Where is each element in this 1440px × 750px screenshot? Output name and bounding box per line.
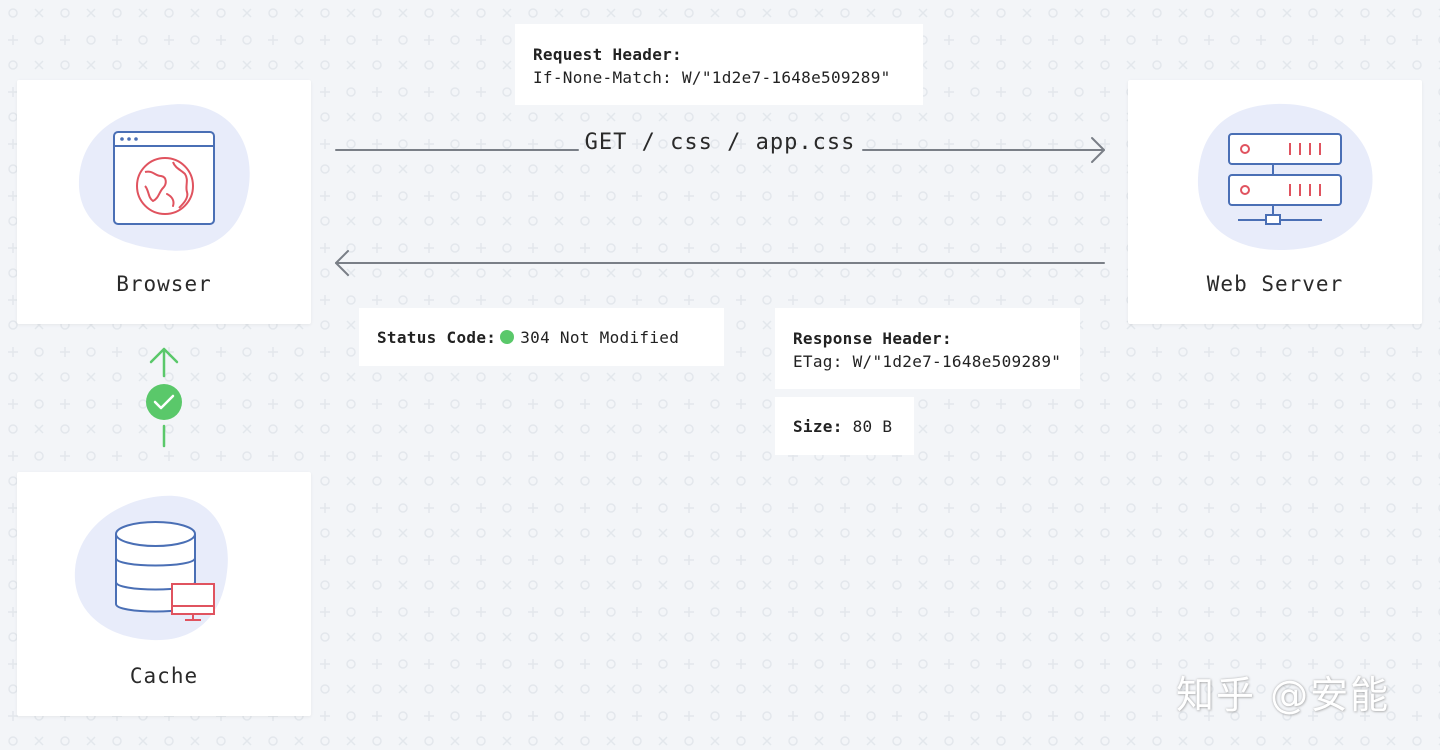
status-code-note: Status Code: 304 Not Modified [359, 308, 724, 366]
server-icon [1197, 103, 1373, 250]
request-header-note: Request Header: If-None-Match: W/"1d2e7-… [515, 24, 923, 105]
request-header-value: If-None-Match: W/"1d2e7-1648e509289" [533, 68, 891, 87]
status-code-value: 304 Not Modified [520, 328, 680, 347]
cache-node: Cache [17, 472, 311, 716]
size-label: Size: [793, 417, 843, 436]
response-header-note: Response Header: ETag: W/"1d2e7-1648e509… [775, 308, 1080, 389]
browser-node: Browser [17, 80, 311, 324]
check-circle-icon [146, 384, 182, 420]
status-ok-dot-icon [500, 330, 515, 344]
database-icon [74, 495, 228, 641]
response-header-title: Response Header: [793, 329, 952, 348]
size-note: Size: 80 B [775, 397, 914, 455]
response-arrow [335, 250, 1105, 276]
status-code-label: Status Code: [377, 328, 497, 347]
request-line: GET / css / app.css [584, 130, 856, 155]
response-header-value: ETag: W/"1d2e7-1648e509289" [793, 352, 1062, 371]
watermark: 知乎 @安能 [1176, 673, 1391, 717]
cache-label: Cache [129, 664, 199, 688]
size-value: 80 B [852, 417, 893, 436]
browser-globe-icon [78, 104, 250, 251]
web-server-label: Web Server [1206, 272, 1344, 296]
browser-label: Browser [116, 272, 212, 296]
request-header-title: Request Header: [533, 45, 682, 64]
web-server-node: Web Server [1128, 80, 1422, 324]
